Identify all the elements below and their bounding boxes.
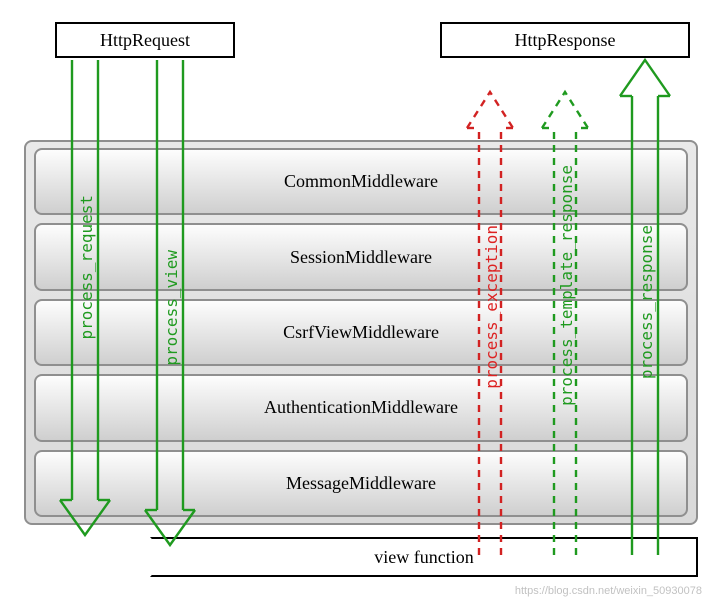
middleware-label: SessionMiddleware (290, 247, 432, 268)
middleware-label: MessageMiddleware (286, 473, 436, 494)
middleware-row: MessageMiddleware (34, 450, 688, 517)
http-request-box: HttpRequest (55, 22, 235, 58)
http-response-box: HttpResponse (440, 22, 690, 58)
middleware-stack: CommonMiddleware SessionMiddleware CsrfV… (24, 140, 698, 525)
middleware-row: CommonMiddleware (34, 148, 688, 215)
http-response-label: HttpResponse (515, 30, 616, 51)
middleware-label: CommonMiddleware (284, 171, 438, 192)
middleware-row: CsrfViewMiddleware (34, 299, 688, 366)
view-function-box: view function (150, 537, 698, 577)
diagram-canvas: HttpRequest HttpResponse CommonMiddlewar… (0, 0, 722, 605)
middleware-label: AuthenticationMiddleware (264, 397, 458, 418)
middleware-row: AuthenticationMiddleware (34, 374, 688, 441)
view-function-label: view function (374, 547, 473, 568)
watermark: https://blog.csdn.net/weixin_50930078 (515, 585, 702, 597)
middleware-label: CsrfViewMiddleware (283, 322, 439, 343)
middleware-row: SessionMiddleware (34, 223, 688, 290)
http-request-label: HttpRequest (100, 30, 190, 51)
